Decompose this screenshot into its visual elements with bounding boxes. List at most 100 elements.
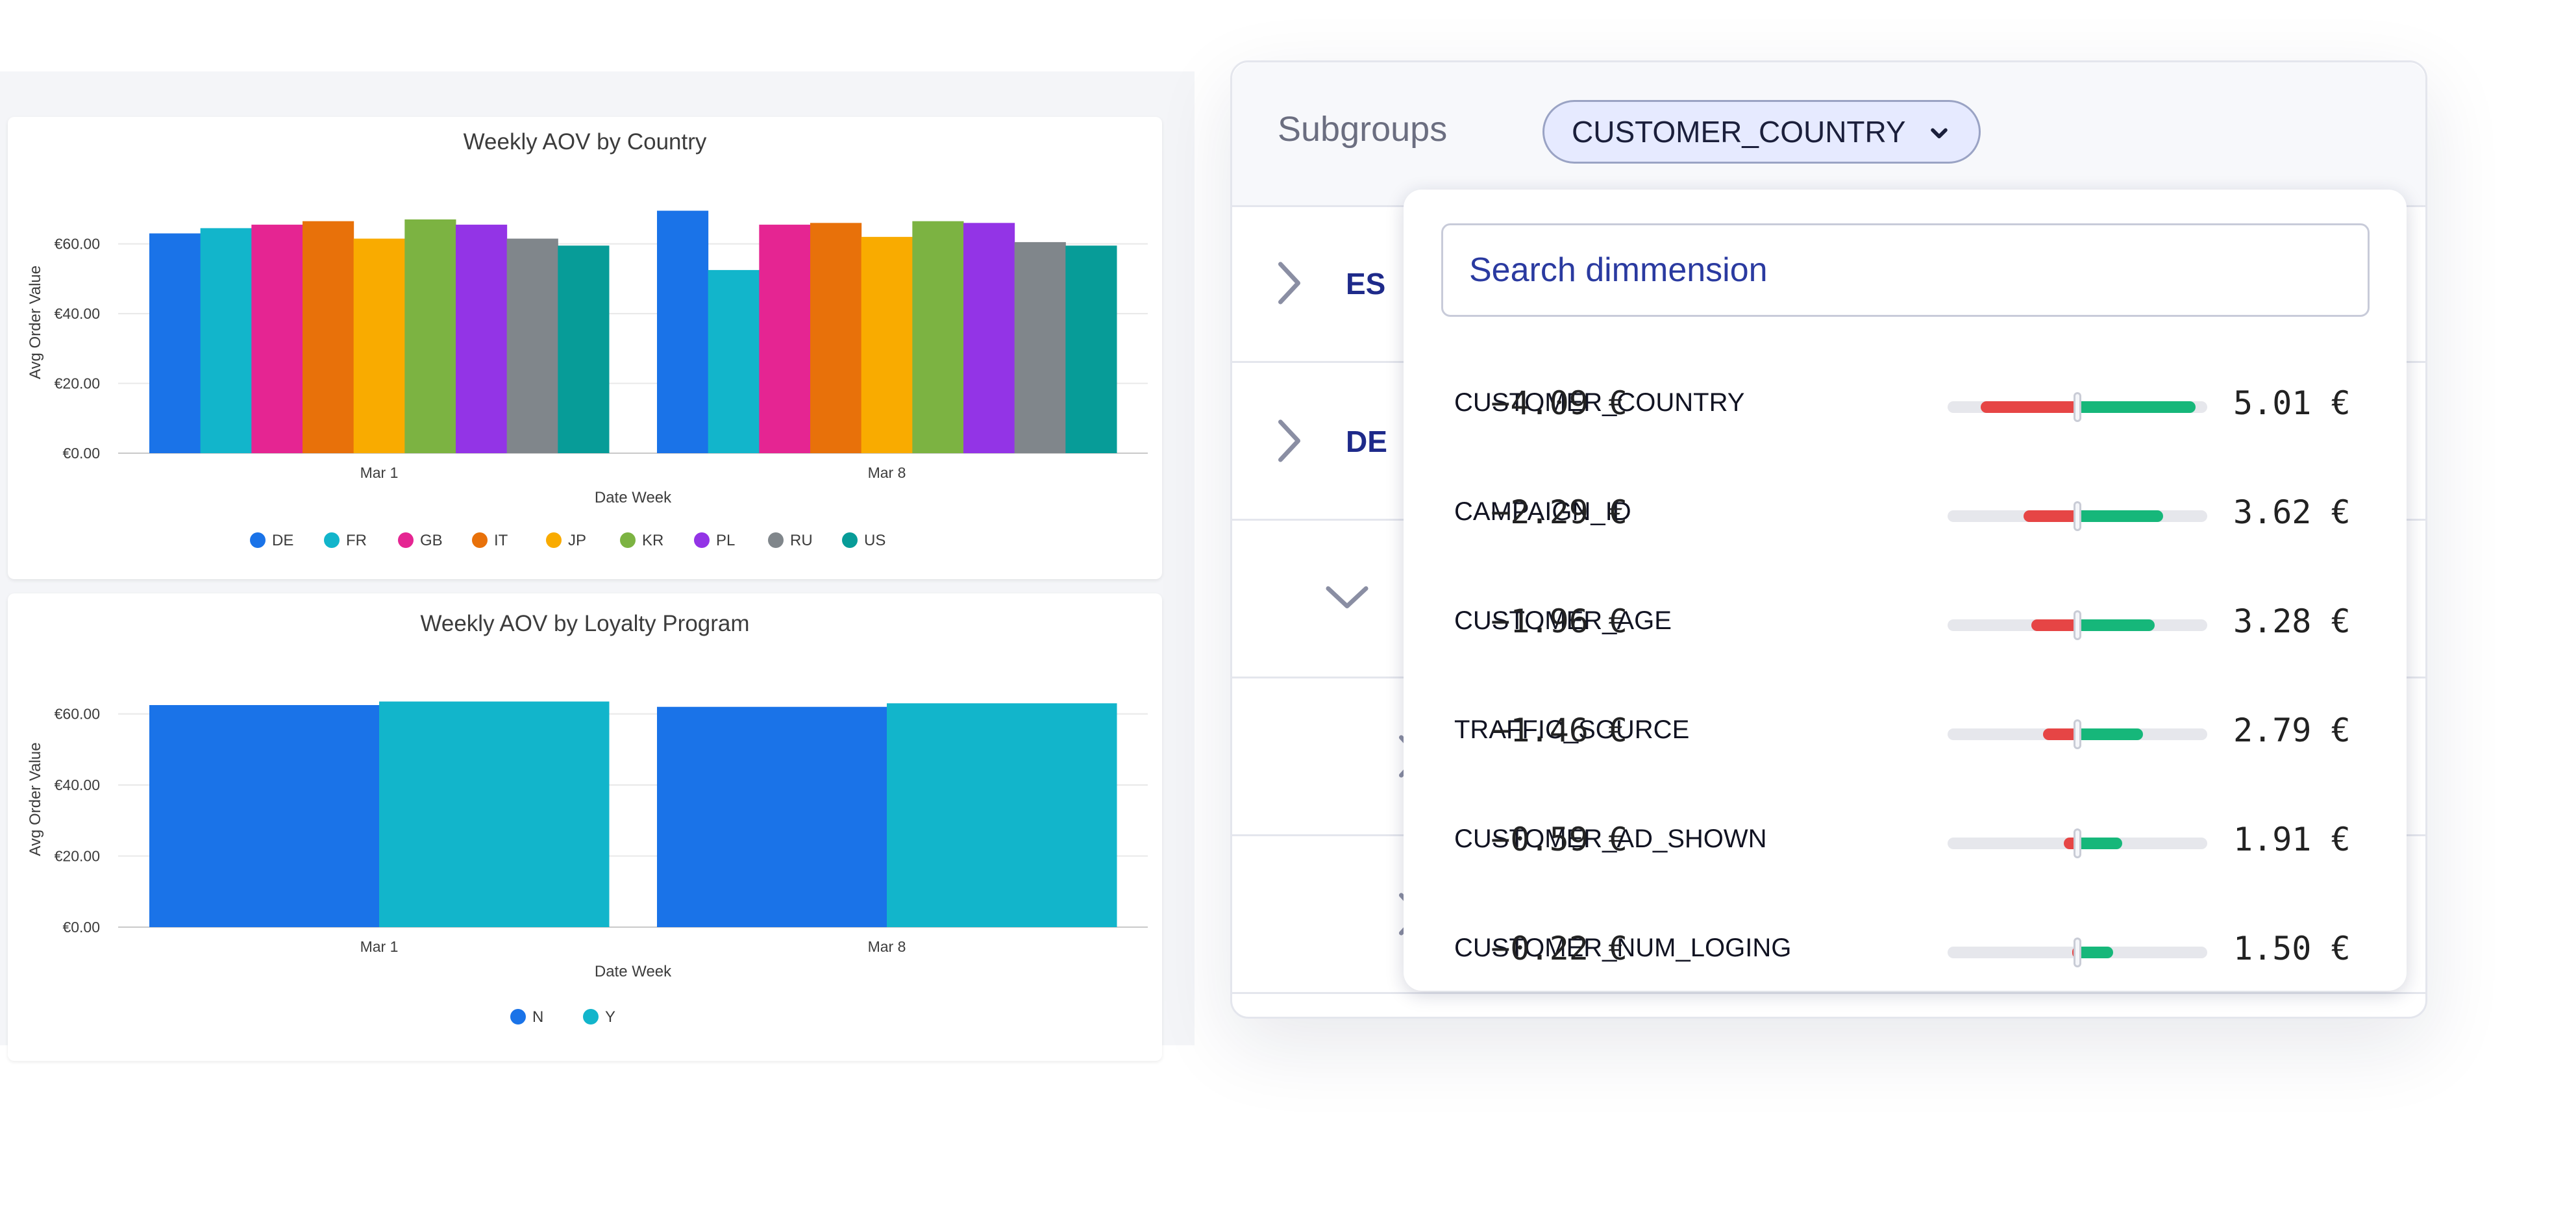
bar-ru-1[interactable] (1014, 242, 1066, 453)
y-tick-label: €60.00 (55, 236, 100, 253)
dimension-option[interactable]: CUSTOMER_NUM_LOGING −0.22 €1.50 € (1404, 895, 2407, 1004)
dimension-option[interactable]: CAMPAIGN_ID −2.29 €3.62 € (1404, 458, 2407, 567)
chevron-right-icon[interactable] (1276, 260, 1302, 306)
legend-marker-fr[interactable] (324, 532, 340, 548)
legend-label: US (864, 532, 886, 549)
dimension-min-value: −2.29 € (1491, 493, 1628, 531)
bar-it-0[interactable] (303, 221, 354, 453)
bar-y-0[interactable] (379, 701, 610, 927)
dimension-option[interactable]: TRAFFIC_SOURCE −1.46 €2.79 € (1404, 677, 2407, 786)
legend-marker-us[interactable] (842, 532, 858, 548)
chart-title: Weekly AOV by Loyalty Program (420, 611, 749, 636)
y-tick-label: €0.00 (62, 445, 100, 462)
x-axis-label: Date Week (595, 489, 672, 506)
positive-impact-fill (2077, 947, 2113, 958)
positive-impact-fill (2077, 838, 2123, 849)
dimension-option[interactable]: CUSTOMER_AD_SHOWN −0.59 €1.91 € (1404, 786, 2407, 895)
chevron-down-icon[interactable] (1324, 584, 1370, 610)
dimension-max-value: 5.01 € (2233, 384, 2351, 422)
legend-marker-de[interactable] (250, 532, 266, 548)
bar-us-0[interactable] (558, 245, 610, 453)
impact-range-bar (1948, 392, 2207, 422)
legend-marker-y[interactable] (583, 1009, 599, 1025)
dimension-min-value: −1.96 € (1491, 602, 1628, 640)
legend-label: GB (420, 532, 443, 549)
bar-ru-0[interactable] (506, 238, 558, 453)
bar-n-0[interactable] (149, 704, 380, 927)
dimension-option[interactable]: CUSTOMER_COUNTRY −4.09 €5.01 € (1404, 349, 2407, 458)
bar-fr-1[interactable] (708, 269, 760, 453)
dimension-min-value: −0.22 € (1491, 930, 1628, 967)
legend-label: JP (568, 532, 586, 549)
dimension-select[interactable]: CUSTOMER_COUNTRY (1542, 100, 1981, 164)
chart-aov-by-country: Weekly AOV by Country €0.00 €20.00 €40.00 €6… (27, 129, 1148, 549)
bar-kr-1[interactable] (912, 221, 964, 453)
bar-fr-0[interactable] (200, 228, 252, 453)
search-dimension-input[interactable] (1441, 223, 2370, 317)
zero-marker (2074, 828, 2081, 858)
legend-marker-jp[interactable] (546, 532, 562, 548)
legend-label: KR (642, 532, 663, 549)
y-axis-label: Avg Order Value (27, 266, 44, 379)
dimension-min-value: −4.09 € (1491, 384, 1628, 422)
bar-de-0[interactable] (149, 233, 201, 453)
x-tick-label: Mar 1 (360, 464, 399, 481)
bar-jp-1[interactable] (861, 236, 913, 453)
negative-impact-fill (2023, 510, 2077, 522)
chevron-right-icon[interactable] (1276, 418, 1302, 464)
chart-card-loyalty: Weekly AOV by Loyalty Program €0.00 €20.00… (8, 593, 1162, 1061)
subgroup-label: ES (1346, 267, 1386, 301)
dimension-dropdown: CUSTOMER_COUNTRY−4.09 €5.01 €CAMPAIGN_ID… (1404, 190, 2407, 991)
legend-label: IT (494, 532, 508, 549)
dimension-max-value: 3.62 € (2233, 493, 2351, 531)
positive-impact-fill (2077, 619, 2155, 631)
dimension-select-value: CUSTOMER_COUNTRY (1572, 115, 1906, 149)
dimension-option[interactable]: CUSTOMER_AGE −1.96 €3.28 € (1404, 567, 2407, 677)
bar-pl-1[interactable] (963, 223, 1015, 453)
bar-pl-0[interactable] (456, 225, 508, 453)
impact-range-bar (1948, 610, 2207, 640)
bar-de-1[interactable] (657, 210, 709, 453)
bar-n-1[interactable] (657, 706, 887, 927)
negative-impact-fill (2031, 619, 2077, 631)
y-tick-label: €40.00 (55, 305, 100, 322)
legend-marker-pl[interactable] (694, 532, 710, 548)
bar-gb-0[interactable] (251, 225, 303, 453)
y-tick-label: €0.00 (62, 919, 100, 936)
bar-y-1[interactable] (887, 703, 1117, 927)
dimension-min-value: −0.59 € (1491, 821, 1628, 858)
negative-impact-fill (1981, 401, 2077, 413)
chart-aov-by-loyalty: Weekly AOV by Loyalty Program €0.00 €20.00… (27, 611, 1148, 1026)
legend-marker-kr[interactable] (620, 532, 636, 548)
impact-range-bar (1948, 828, 2207, 858)
x-tick-label: Mar 1 (360, 938, 399, 955)
zero-marker (2074, 610, 2081, 640)
dimension-min-value: −1.46 € (1491, 712, 1628, 749)
legend-marker-it[interactable] (472, 532, 488, 548)
negative-impact-fill (2042, 728, 2077, 740)
dimension-max-value: 3.28 € (2233, 602, 2351, 640)
y-axis-label: Avg Order Value (27, 742, 44, 856)
positive-impact-fill (2077, 401, 2196, 413)
positive-impact-fill (2077, 510, 2163, 522)
chart-card-country: Weekly AOV by Country €0.00 €20.00 €40.00 €6… (8, 117, 1162, 579)
dimension-max-value: 2.79 € (2233, 712, 2351, 749)
legend-marker-ru[interactable] (768, 532, 784, 548)
bar-it-1[interactable] (810, 223, 862, 453)
legend-marker-n[interactable] (510, 1009, 526, 1025)
panel-header: Subgroups CUSTOMER_COUNTRY (1232, 62, 2425, 207)
bar-us-1[interactable] (1065, 245, 1117, 453)
dimension-max-value: 1.50 € (2233, 930, 2351, 967)
x-tick-label: Mar 8 (868, 938, 906, 955)
subgroups-label: Subgroups (1278, 110, 1448, 149)
impact-range-bar (1948, 938, 2207, 967)
bar-gb-1[interactable] (759, 225, 811, 453)
positive-impact-fill (2077, 728, 2144, 740)
legend-label: FR (346, 532, 367, 549)
legend-marker-gb[interactable] (398, 532, 414, 548)
bar-kr-0[interactable] (404, 219, 456, 453)
bar-jp-0[interactable] (353, 238, 405, 453)
chevron-down-icon (1931, 128, 1948, 139)
y-tick-label: €40.00 (55, 776, 100, 793)
legend-label: DE (272, 532, 293, 549)
